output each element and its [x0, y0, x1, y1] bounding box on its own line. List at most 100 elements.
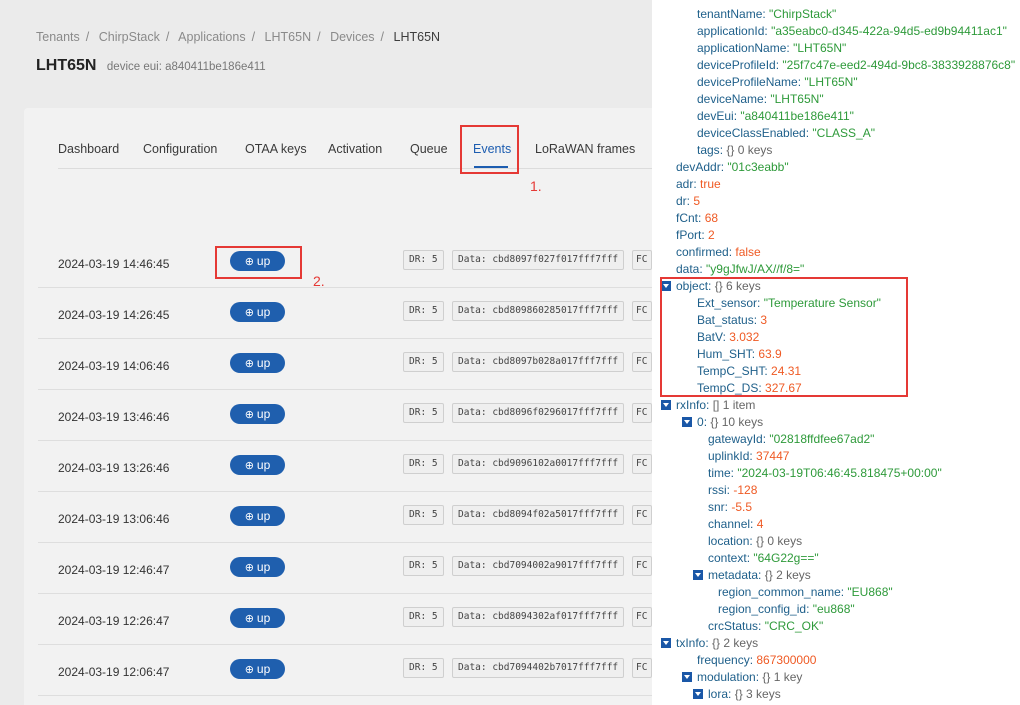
- breadcrumb-application[interactable]: LHT65N: [265, 30, 312, 44]
- json-value: "a840411be186e411": [740, 109, 854, 123]
- json-key: channel: [708, 517, 751, 531]
- json-key: dr: [676, 194, 687, 208]
- event-time: 2024-03-19 12:26:47: [58, 614, 170, 628]
- zoom-in-icon: ⊕: [244, 358, 254, 370]
- json-line-location: location: {} 0 keys: [708, 534, 803, 548]
- json-line-modulation[interactable]: modulation: {} 1 key: [682, 670, 802, 685]
- tab-lorawan-frames[interactable]: LoRaWAN frames: [535, 142, 635, 156]
- up-button[interactable]: ⊕ up: [230, 608, 285, 628]
- json-key: applicationName: [697, 41, 787, 55]
- json-key: frequency: [697, 653, 750, 667]
- fcnt-tag: FC: [632, 250, 652, 270]
- fcnt-tag: FC: [632, 556, 652, 576]
- json-key: devEui: [697, 109, 734, 123]
- up-button[interactable]: ⊕ up: [230, 251, 285, 271]
- json-value: -128: [733, 483, 758, 497]
- json-line-deviceclassenabled: deviceClassEnabled: "CLASS_A": [697, 126, 875, 140]
- json-value: 2: [708, 228, 715, 242]
- up-button[interactable]: ⊕ up: [230, 353, 285, 373]
- json-line-fport: fPort: 2: [676, 228, 715, 242]
- json-line-deviceprofilename: deviceProfileName: "LHT65N": [697, 75, 858, 89]
- json-value: {} 2 keys: [712, 636, 759, 650]
- json-key: data: [676, 262, 700, 276]
- device-name: LHT65N: [36, 57, 97, 74]
- breadcrumb-devices[interactable]: Devices: [330, 30, 374, 44]
- collapse-toggle-icon[interactable]: [693, 570, 703, 580]
- json-value: 37447: [756, 449, 790, 463]
- json-value: "64G22g==": [753, 551, 819, 565]
- json-key: gatewayId: [708, 432, 763, 446]
- json-value: "CLASS_A": [812, 126, 875, 140]
- json-line-applicationname: applicationName: "LHT65N": [697, 41, 847, 55]
- collapse-toggle-icon[interactable]: [661, 400, 671, 410]
- data-tag: Data: cbd8096f0296017fff7fff: [452, 403, 625, 423]
- json-line-0[interactable]: 0: {} 10 keys: [682, 415, 763, 430]
- json-line-lora[interactable]: lora: {} 3 keys: [693, 687, 781, 702]
- event-time: 2024-03-19 14:46:45: [58, 257, 170, 271]
- json-line-rxinfo[interactable]: rxInfo: [] 1 item: [661, 398, 755, 413]
- json-value: [] 1 item: [712, 398, 756, 412]
- breadcrumb: Tenants / ChirpStack / Applications / LHT65…: [36, 30, 441, 44]
- collapse-toggle-icon[interactable]: [682, 672, 692, 682]
- json-value: "LHT65N": [770, 92, 824, 106]
- up-button[interactable]: ⊕ up: [230, 506, 285, 526]
- json-value: -5.5: [731, 500, 753, 514]
- data-tag: Data: cbd8097f027f017fff7fff: [452, 250, 625, 270]
- json-line-frequency: frequency: 867300000: [697, 653, 817, 667]
- up-button[interactable]: ⊕ up: [230, 659, 285, 679]
- breadcrumb-tenant[interactable]: ChirpStack: [99, 30, 160, 44]
- json-value: {} 2 keys: [764, 568, 811, 582]
- tab-configuration[interactable]: Configuration: [143, 142, 217, 156]
- json-value: false: [735, 245, 761, 259]
- json-key: adr: [676, 177, 694, 191]
- json-line-gatewayid: gatewayId: "02818ffdfee67ad2": [708, 432, 875, 446]
- json-key: crcStatus: [708, 619, 759, 633]
- json-value: "ChirpStack": [769, 7, 837, 21]
- zoom-in-icon: ⊕: [244, 307, 254, 319]
- json-key: fPort: [676, 228, 702, 242]
- zoom-in-icon: ⊕: [244, 613, 254, 625]
- fcnt-tag: FC: [632, 301, 652, 321]
- data-tag: Data: cbd809860285017fff7fff: [452, 301, 625, 321]
- json-key: uplinkId: [708, 449, 750, 463]
- json-line-metadata[interactable]: metadata: {} 2 keys: [693, 568, 811, 583]
- zoom-in-icon: ⊕: [244, 460, 254, 472]
- json-line-rssi: rssi: -128: [708, 483, 758, 497]
- zoom-in-icon: ⊕: [244, 256, 254, 268]
- json-key: deviceName: [697, 92, 764, 106]
- json-line-txinfo[interactable]: txInfo: {} 2 keys: [661, 636, 758, 651]
- event-row: 2024-03-19 14:26:45 ⊕ up DR: 5 Data: cbd8…: [38, 288, 652, 339]
- json-line-region-config-id: region_config_id: "eu868": [718, 602, 855, 616]
- event-row: 2024-03-19 12:06:47 ⊕ up DR: 5 Data: cbd7…: [38, 645, 652, 696]
- annotation-box-events: [460, 125, 519, 174]
- tab-dashboard[interactable]: Dashboard: [58, 142, 119, 156]
- json-value: {} 3 keys: [734, 687, 781, 701]
- json-key: 0: [697, 415, 704, 429]
- breadcrumb-applications[interactable]: Applications: [178, 30, 245, 44]
- up-button[interactable]: ⊕ up: [230, 557, 285, 577]
- json-line-deveui: devEui: "a840411be186e411": [697, 109, 854, 123]
- up-button[interactable]: ⊕ up: [230, 455, 285, 475]
- fcnt-tag: FC: [632, 505, 652, 525]
- up-button[interactable]: ⊕ up: [230, 404, 285, 424]
- zoom-in-icon: ⊕: [244, 409, 254, 421]
- up-button[interactable]: ⊕ up: [230, 302, 285, 322]
- fcnt-tag: FC: [632, 658, 652, 678]
- event-json-drawer[interactable]: tenantName: "ChirpStack" applicationId: "…: [652, 0, 1020, 705]
- collapse-toggle-icon[interactable]: [693, 689, 703, 699]
- event-time: 2024-03-19 14:06:46: [58, 359, 170, 373]
- collapse-toggle-icon[interactable]: [682, 417, 692, 427]
- tab-activation[interactable]: Activation: [328, 142, 382, 156]
- event-time: 2024-03-19 12:06:47: [58, 665, 170, 679]
- event-time: 2024-03-19 13:26:46: [58, 461, 170, 475]
- collapse-toggle-icon[interactable]: [661, 638, 671, 648]
- tab-otaa-keys[interactable]: OTAA keys: [245, 142, 307, 156]
- fcnt-tag: FC: [632, 454, 652, 474]
- json-value: "25f7c47e-eed2-494d-9bc8-3833928876c8": [782, 58, 1016, 72]
- tab-queue[interactable]: Queue: [410, 142, 448, 156]
- breadcrumb-tenants[interactable]: Tenants: [36, 30, 80, 44]
- page-title: LHT65N device eui: a840411be186e411: [36, 57, 266, 75]
- json-key: region_config_id: [718, 602, 807, 616]
- json-key: deviceProfileId: [697, 58, 776, 72]
- json-key: location: [708, 534, 750, 548]
